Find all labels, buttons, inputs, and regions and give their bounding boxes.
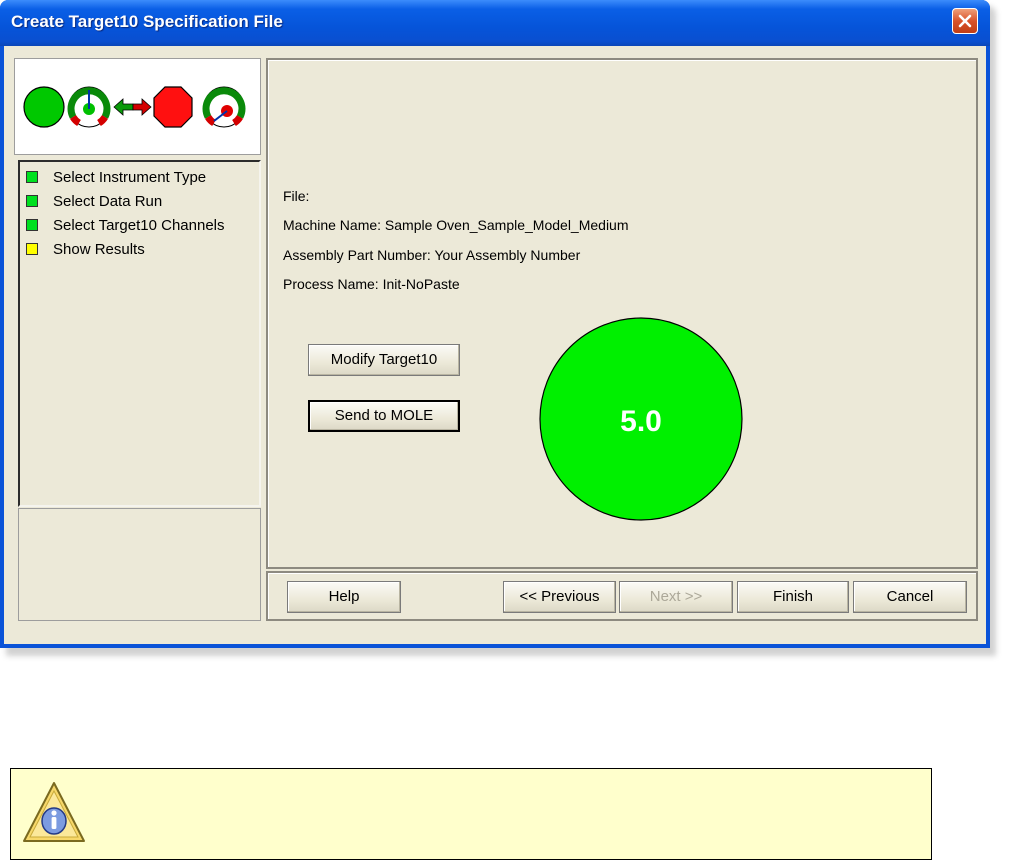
step-status-indicator [26, 219, 38, 231]
green-circle-icon [23, 86, 65, 128]
machine-name-label: Machine Name: Sample Oven_Sample_Model_M… [283, 217, 629, 233]
step-label: Select Target10 Channels [53, 216, 225, 234]
stop-sign-icon [153, 86, 193, 128]
step-label: Select Instrument Type [53, 168, 207, 186]
info-warning-icon [23, 782, 85, 842]
step-status-indicator [26, 243, 38, 255]
info-note-box [10, 768, 932, 860]
wizard-steps-list: Select Instrument Type Select Data Run S… [18, 160, 261, 507]
dialog-client-area: Select Instrument Type Select Data Run S… [4, 46, 986, 644]
help-button[interactable]: Help [287, 581, 401, 613]
step-label: Select Data Run [53, 192, 163, 210]
title-bar[interactable]: Create Target10 Specification File [0, 0, 990, 46]
previous-button[interactable]: << Previous [503, 581, 616, 613]
assembly-part-number-label: Assembly Part Number: Your Assembly Numb… [283, 247, 581, 263]
step-status-indicator [26, 195, 38, 207]
result-score-value: 5.0 [620, 405, 662, 438]
step-item-target10-channels[interactable]: Select Target10 Channels [26, 214, 225, 236]
result-score-indicator: 5.0 [539, 317, 743, 521]
results-panel: File: Machine Name: Sample Oven_Sample_M… [266, 58, 978, 569]
gauge-bad-icon [202, 86, 246, 128]
window-title: Create Target10 Specification File [11, 12, 283, 31]
swap-arrows-icon [113, 98, 152, 116]
close-icon [958, 14, 972, 28]
modify-target10-button[interactable]: Modify Target10 [308, 344, 460, 376]
step-item-data-run[interactable]: Select Data Run [26, 190, 162, 212]
dialog-window: Create Target10 Specification File Selec… [0, 0, 990, 648]
step-status-indicator [26, 171, 38, 183]
step-item-show-results[interactable]: Show Results [26, 238, 145, 260]
process-name-label: Process Name: Init-NoPaste [283, 276, 460, 292]
close-button[interactable] [952, 8, 978, 34]
step-label: Show Results [53, 240, 145, 258]
step-item-instrument-type[interactable]: Select Instrument Type [26, 166, 206, 188]
send-to-mole-button[interactable]: Send to MOLE [308, 400, 460, 432]
finish-button[interactable]: Finish [737, 581, 849, 613]
wizard-description-panel [18, 508, 261, 621]
cancel-button[interactable]: Cancel [853, 581, 967, 613]
file-label: File: [283, 188, 310, 204]
gauge-good-icon [67, 86, 111, 128]
wizard-footer: Help << Previous Next >> Finish Cancel [266, 571, 978, 621]
next-button[interactable]: Next >> [619, 581, 733, 613]
wizard-banner [14, 58, 261, 155]
